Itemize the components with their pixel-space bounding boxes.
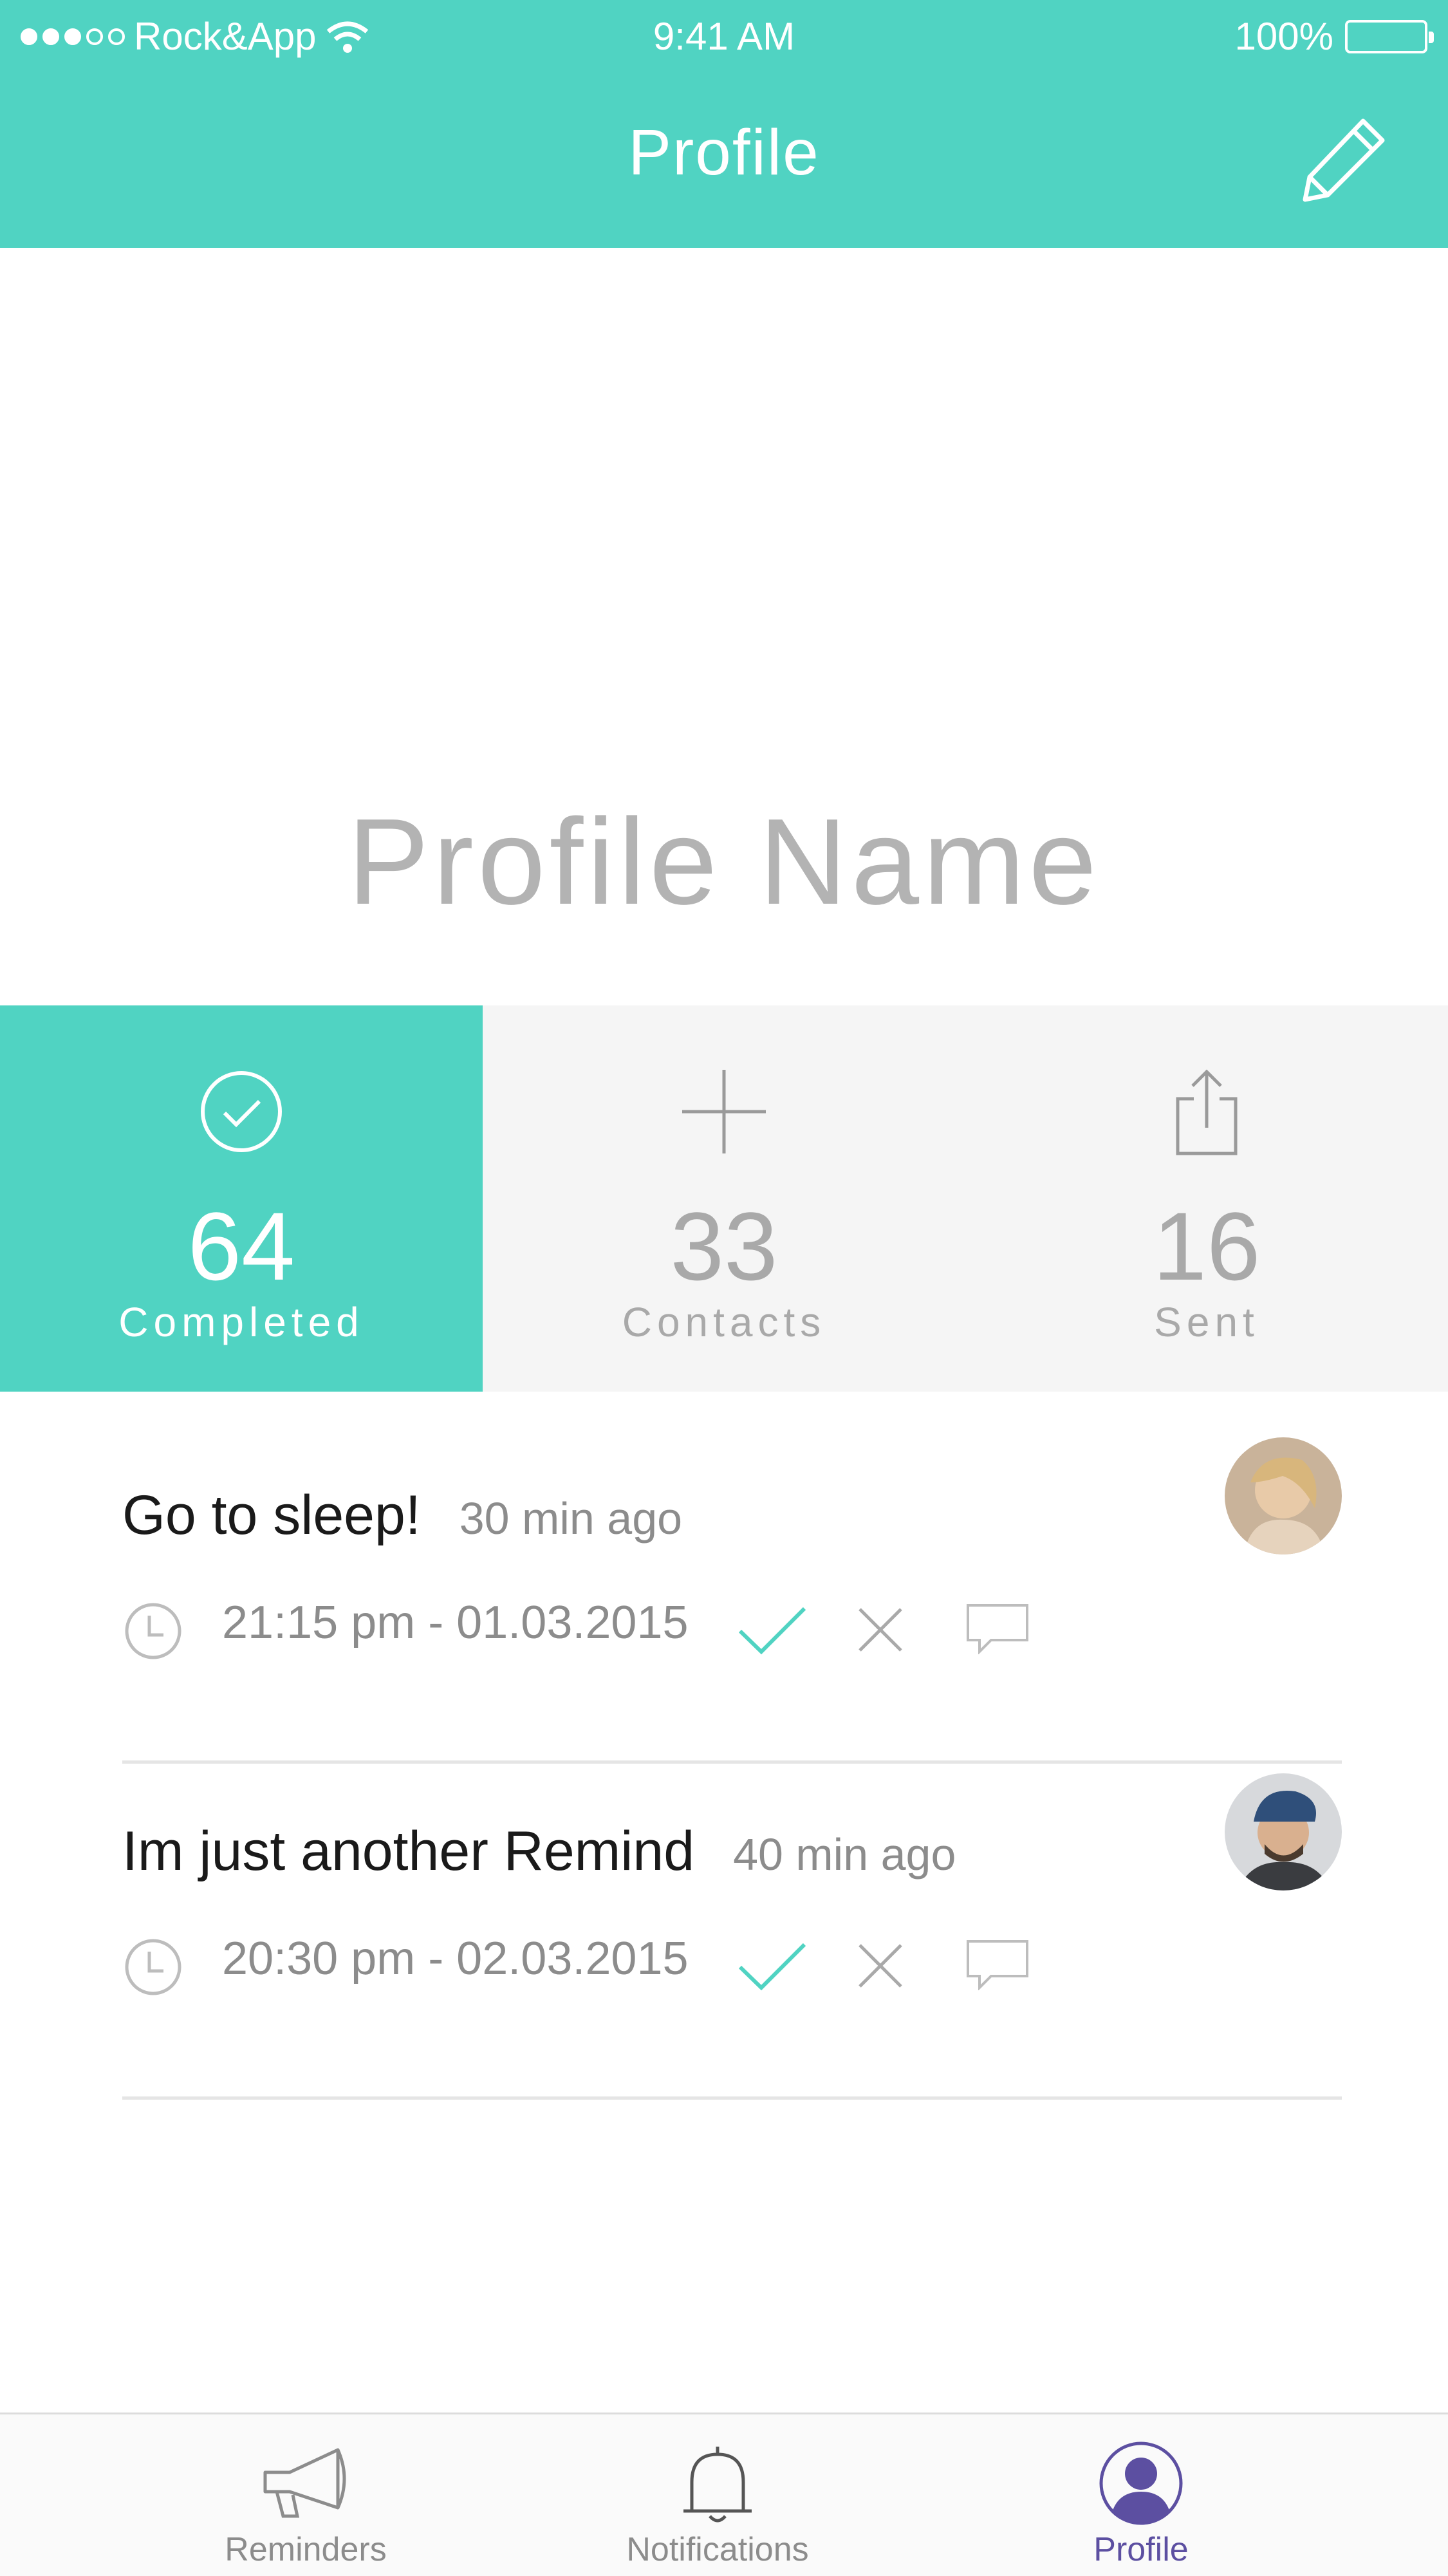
stat-sent[interactable]: 16 Sent bbox=[965, 1005, 1448, 1392]
stat-completed[interactable]: 64 Completed bbox=[0, 1005, 483, 1392]
status-bar: Rock&App 9:41 AM 100% bbox=[0, 0, 1448, 74]
tab-bar: Reminders Notifications Profile bbox=[0, 2413, 1448, 2576]
avatar-woman-image bbox=[1225, 1437, 1342, 1554]
reminder-datetime: 21:15 pm - 01.03.2015 bbox=[222, 1597, 689, 1648]
stat-label: Sent bbox=[1154, 1299, 1259, 1345]
reminder-meta: 20:30 pm - 02.03.2015 bbox=[122, 1932, 1216, 1997]
tab-profile[interactable]: Profile bbox=[900, 2414, 1382, 2576]
reminder-title: Im just another Remind bbox=[122, 1820, 695, 1882]
avatar-man-image bbox=[1225, 1773, 1342, 1890]
divider bbox=[122, 1760, 1342, 1764]
reminder-ago: 40 min ago bbox=[733, 1829, 956, 1880]
page-title: Profile bbox=[628, 117, 820, 189]
battery-icon bbox=[1345, 19, 1434, 53]
reminder-title-row: Go to sleep! 30 min ago bbox=[122, 1484, 682, 1547]
stat-value: 33 bbox=[670, 1192, 778, 1300]
tab-label: Reminders bbox=[225, 2531, 387, 2568]
divider bbox=[122, 2096, 1342, 2100]
close-icon[interactable] bbox=[856, 1605, 905, 1654]
pencil-icon[interactable] bbox=[1299, 115, 1389, 205]
check-icon[interactable] bbox=[737, 1941, 808, 1993]
comment-icon[interactable] bbox=[965, 1939, 1030, 1990]
reminder-title-row: Im just another Remind 40 min ago bbox=[122, 1820, 956, 1883]
profile-name: Profile Name bbox=[347, 794, 1101, 930]
reminder-meta: 21:15 pm - 01.03.2015 bbox=[122, 1596, 1216, 1661]
comment-icon[interactable] bbox=[965, 1603, 1030, 1654]
stats-bar: 64 Completed 33 Contacts 16 Sent bbox=[0, 1005, 1448, 1392]
check-icon[interactable] bbox=[737, 1605, 808, 1657]
tab-reminders[interactable]: Reminders bbox=[64, 2414, 547, 2576]
reminder-ago: 30 min ago bbox=[459, 1493, 683, 1544]
stat-label: Contacts bbox=[622, 1299, 826, 1345]
tab-notifications[interactable]: Notifications bbox=[476, 2414, 959, 2576]
stat-label: Completed bbox=[118, 1299, 364, 1345]
battery-percent: 100% bbox=[1234, 15, 1333, 58]
status-time: 9:41 AM bbox=[653, 15, 795, 58]
header-bar: Rock&App 9:41 AM 100% Profile bbox=[0, 0, 1448, 248]
avatar[interactable] bbox=[1225, 1773, 1342, 1890]
check-circle-icon bbox=[201, 1071, 282, 1152]
bell-icon bbox=[683, 2447, 752, 2523]
share-icon bbox=[1176, 1069, 1238, 1155]
avatar[interactable] bbox=[1225, 1437, 1342, 1554]
clock-icon bbox=[125, 1603, 181, 1659]
profile-icon bbox=[1099, 2441, 1183, 2525]
tab-label: Profile bbox=[1093, 2531, 1189, 2568]
reminder-title: Go to sleep! bbox=[122, 1484, 421, 1546]
tab-label: Notifications bbox=[626, 2531, 809, 2568]
plus-icon bbox=[682, 1070, 766, 1153]
reminder-datetime: 20:30 pm - 02.03.2015 bbox=[222, 1933, 689, 1984]
clock-icon bbox=[125, 1939, 181, 1995]
megaphone-icon bbox=[263, 2448, 346, 2518]
close-icon[interactable] bbox=[856, 1941, 905, 1990]
stat-value: 16 bbox=[1153, 1192, 1261, 1300]
stat-contacts[interactable]: 33 Contacts bbox=[483, 1005, 965, 1392]
stat-value: 64 bbox=[187, 1192, 295, 1300]
status-right: 100% bbox=[1234, 14, 1434, 59]
